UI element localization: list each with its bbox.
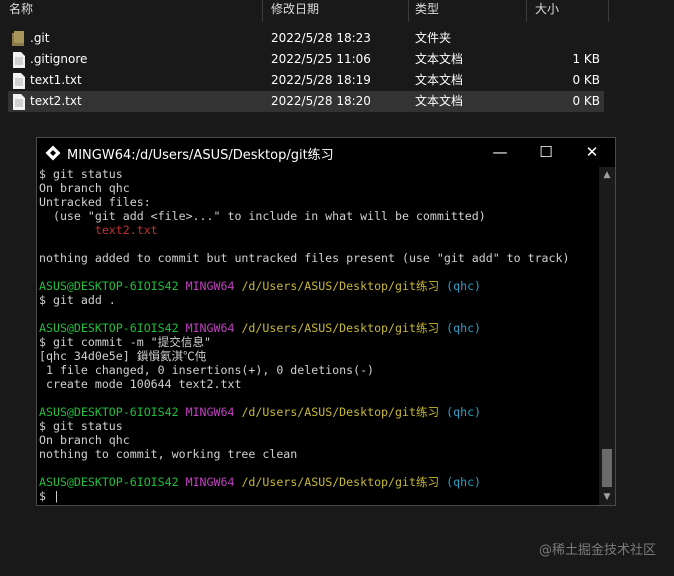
prompt-branch: (qhc) — [446, 475, 482, 489]
file-name: text1.txt — [30, 73, 82, 87]
prompt-line: ASUS@DESKTOP-6IOIS42 MINGW64 /d/Users/AS… — [39, 279, 599, 293]
prompt-branch: (qhc) — [446, 279, 482, 293]
file-row[interactable]: .gitignore 2022/5/25 11:06 文本文档 1 KB — [8, 49, 604, 70]
file-icon — [13, 52, 25, 68]
prompt-env: MINGW64 — [185, 279, 235, 293]
file-size: 0 KB — [572, 94, 600, 108]
prompt-env: MINGW64 — [185, 475, 235, 489]
output-line: On branch qhc — [39, 433, 130, 447]
output-line: On branch qhc — [39, 181, 130, 195]
prompt-branch: (qhc) — [446, 405, 482, 419]
file-name: .gitignore — [30, 52, 88, 66]
scroll-up-arrow-icon[interactable]: ▲ — [599, 167, 615, 183]
terminal-output[interactable]: $ git status On branch qhc Untracked fil… — [39, 167, 599, 505]
file-type: 文件夹 — [415, 31, 452, 45]
file-name: text2.txt — [30, 94, 82, 108]
column-type[interactable]: 类型 — [412, 0, 526, 22]
command-line: $ git status — [39, 419, 123, 433]
file-row[interactable]: text1.txt 2022/5/28 18:19 文本文档 0 KB — [8, 70, 604, 91]
prompt-user: ASUS@DESKTOP-6IOIS42 — [39, 405, 179, 419]
terminal-window[interactable]: MINGW64:/d/Users/ASUS/Desktop/git练习 — ☐ … — [36, 137, 616, 506]
prompt-user: ASUS@DESKTOP-6IOIS42 — [39, 279, 179, 293]
command-line: $ git commit -m "提交信息" — [39, 335, 212, 349]
file-size: 0 KB — [572, 73, 600, 87]
column-size[interactable]: 大小 — [532, 0, 608, 22]
file-size: 1 KB — [572, 52, 600, 66]
file-modified: 2022/5/28 18:19 — [271, 73, 371, 87]
watermark: @稀土掘金技术社区 — [538, 543, 656, 558]
untracked-file-line: text2.txt — [39, 223, 158, 237]
output-line: 1 file changed, 0 insertions(+), 0 delet… — [39, 363, 375, 377]
sort-chevron-icon: ^ — [281, 0, 289, 6]
prompt-branch: (qhc) — [446, 321, 482, 335]
file-type: 文本文档 — [415, 94, 464, 108]
output-line: Untracked files: — [39, 195, 151, 209]
column-divider[interactable] — [408, 0, 409, 22]
column-divider[interactable] — [526, 0, 527, 22]
column-divider[interactable] — [608, 0, 609, 22]
file-row[interactable]: text2.txt 2022/5/28 18:20 文本文档 0 KB — [8, 91, 604, 112]
explorer-column-header: 名称 修改日期 类型 大小 ^ — [0, 0, 674, 22]
file-type: 文本文档 — [415, 73, 464, 87]
file-icon — [13, 73, 25, 89]
output-line: (use "git add <file>..." to include in w… — [39, 209, 486, 223]
file-icon — [13, 94, 25, 110]
output-line: $ git status — [39, 167, 123, 181]
vertical-scrollbar[interactable]: ▲ ▼ — [599, 167, 615, 505]
prompt-user: ASUS@DESKTOP-6IOIS42 — [39, 475, 179, 489]
output-line: [qhc 34d0e5e] 鎻愪氦淇℃伅 — [39, 349, 207, 363]
file-modified: 2022/5/25 11:06 — [271, 52, 371, 66]
file-modified: 2022/5/28 18:20 — [271, 94, 371, 108]
prompt-env: MINGW64 — [185, 321, 235, 335]
output-line: nothing to commit, working tree clean — [39, 447, 298, 461]
column-divider[interactable] — [262, 0, 263, 22]
prompt-line: ASUS@DESKTOP-6IOIS42 MINGW64 /d/Users/AS… — [39, 321, 599, 335]
column-type-label: 类型 — [415, 2, 440, 16]
output-line: create mode 100644 text2.txt — [39, 377, 242, 391]
command-input-line[interactable]: $ | — [39, 489, 599, 503]
file-modified: 2022/5/28 18:23 — [271, 31, 371, 45]
file-type: 文本文档 — [415, 52, 464, 66]
prompt-env: MINGW64 — [185, 405, 235, 419]
minimize-button[interactable]: — — [477, 138, 523, 167]
git-bash-icon — [45, 145, 61, 161]
terminal-titlebar[interactable]: MINGW64:/d/Users/ASUS/Desktop/git练习 — ☐ … — [37, 138, 615, 167]
column-name[interactable]: 名称 — [6, 0, 262, 22]
file-row[interactable]: .git 2022/5/28 18:23 文件夹 — [8, 28, 604, 49]
prompt-line: ASUS@DESKTOP-6IOIS42 MINGW64 /d/Users/AS… — [39, 475, 599, 489]
prompt-path: /d/Users/ASUS/Desktop/git练习 — [241, 405, 440, 419]
scroll-down-arrow-icon[interactable]: ▼ — [599, 489, 615, 505]
column-modified[interactable]: 修改日期 — [268, 0, 408, 22]
folder-icon — [12, 31, 24, 46]
prompt-path: /d/Users/ASUS/Desktop/git练习 — [241, 279, 440, 293]
close-button[interactable]: ✕ — [569, 138, 615, 167]
file-name: .git — [30, 31, 50, 45]
command-line: $ git add . — [39, 293, 116, 307]
column-size-label: 大小 — [535, 2, 560, 16]
output-line: nothing added to commit but untracked fi… — [39, 251, 570, 265]
prompt-path: /d/Users/ASUS/Desktop/git练习 — [241, 475, 440, 489]
terminal-title: MINGW64:/d/Users/ASUS/Desktop/git练习 — [67, 148, 334, 163]
prompt-path: /d/Users/ASUS/Desktop/git练习 — [241, 321, 440, 335]
scrollbar-thumb[interactable] — [602, 449, 612, 487]
prompt-user: ASUS@DESKTOP-6IOIS42 — [39, 321, 179, 335]
prompt-line: ASUS@DESKTOP-6IOIS42 MINGW64 /d/Users/AS… — [39, 405, 599, 419]
maximize-button[interactable]: ☐ — [523, 138, 569, 167]
column-name-label: 名称 — [9, 2, 34, 16]
